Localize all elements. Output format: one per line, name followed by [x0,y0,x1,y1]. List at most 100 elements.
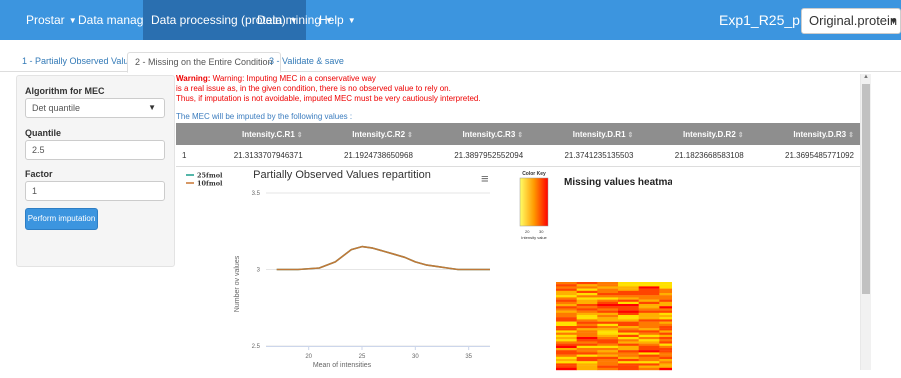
column-header[interactable]: Intensity.D.R3 ⇕ [749,123,860,145]
heatmap-cell [659,319,681,322]
heatmap-cell [576,308,598,311]
heatmap-cell [556,306,577,309]
heatmap-cell [638,323,660,327]
dataset-select[interactable]: Original.protein ▼ [801,8,901,34]
heatmap-cell [659,343,681,346]
heatmap-cell [659,359,681,362]
heatmap-cell [597,341,619,344]
heatmap-cell [638,308,660,311]
table-cell: 21.3695485771092 [749,145,860,167]
heatmap-cell [556,365,577,368]
heatmap-cell [597,290,619,294]
heatmap-cell [638,341,660,344]
warning-prefix: Warning: [176,74,211,83]
heatmap-cell [556,315,577,318]
scroll-up-icon[interactable]: ▲ [863,74,869,80]
heatmap-cell [638,334,660,338]
heatmap-cell [638,359,660,362]
heatmap-cell [576,354,598,357]
nav-item-prostar[interactable]: Prostar ▼ [26,0,77,40]
heatmap-cell [556,328,577,331]
page-scrollbar[interactable]: ▲ [860,74,871,370]
heatmap-cell [638,288,660,291]
heatmap-cell [597,345,619,349]
heatmap-cell [556,295,577,298]
heatmap-cell [659,350,681,353]
tab-validate-save[interactable]: 3 - Validate & save [262,52,351,72]
warning-line-3: Thus, if imputation is not avoidable, im… [176,94,481,103]
heatmap-cell [638,317,660,320]
heatmap-cell [597,319,619,322]
heatmap-cell [556,326,577,329]
perform-imputation-button[interactable]: Perform imputation [25,208,98,230]
heatmap-cell [659,367,681,371]
heatmap-cell [618,310,639,313]
heatmap-cell [597,299,619,302]
heatmap-cell [638,284,660,287]
column-header[interactable]: Intensity.D.R1 ⇕ [529,123,640,145]
heatmap-cell [556,363,577,366]
caret-down-icon: ▼ [347,15,356,25]
heatmap-cell [597,343,619,346]
nav-item-help[interactable]: Help ▼ [319,0,356,40]
legend-label: 10fmol [197,180,223,188]
column-header[interactable]: Intensity.C.R1 ⇕ [198,123,309,145]
heatmap-cell [597,334,619,338]
quantile-label: Quantile [25,128,62,138]
quantile-input[interactable]: 2.5 [25,140,165,160]
heatmap-cell [597,361,619,364]
scroll-thumb[interactable] [862,84,870,294]
heatmap-cell [638,310,660,313]
x-tick-label: 35 [465,354,472,360]
heatmap-cell [659,339,681,342]
heatmap-cell [659,312,681,316]
heatmap-cell [576,326,598,329]
algorithm-select[interactable]: Det quantile ▼ [25,98,165,118]
heatmap-cell [597,339,619,342]
algorithm-select-value: Det quantile [32,103,81,113]
heatmap-cell [638,354,660,357]
heatmap-cell [556,290,577,294]
factor-input[interactable]: 1 [25,181,165,201]
heatmap-cell [597,337,619,340]
column-header [176,123,199,145]
heatmap-cell [576,345,598,349]
heatmap-cell [597,288,619,291]
heatmap-cell [556,334,577,338]
heatmap-cell [638,356,660,360]
table-cell: 21.3897952552094 [418,145,530,167]
heatmap-cell [576,367,598,371]
column-header-label: Intensity.C.R2 [352,129,406,139]
heatmap-cell [576,317,598,320]
heatmap-svg: Color Key 20 30 Intensity value Missing … [519,171,681,371]
heatmap-cell [638,343,660,346]
tab-partially-observed[interactable]: 1 - Partially Observed Values [15,52,145,72]
heatmap-cell [556,323,577,327]
table-cell: 21.1924738650968 [308,145,419,167]
heatmap-cell [576,299,598,302]
dataset-select-value: Original.protein [809,13,898,28]
y-tick-label: 3 [257,268,261,274]
tab-missing-entire-condition[interactable]: 2 - Missing on the Entire Condition [127,52,281,73]
column-header[interactable]: Intensity.C.R3 ⇕ [418,123,530,145]
heatmap-cell [618,290,639,294]
heatmap-cell [576,348,598,351]
heatmap-cell [659,284,681,287]
chart-y-label: Number ov values [234,255,241,312]
heatmap-cell [576,341,598,344]
column-header[interactable]: Intensity.C.R2 ⇕ [308,123,419,145]
heatmap-cell [618,356,639,360]
warning-text: Warning: Imputing MEC in a conservative … [210,74,376,83]
heatmap-cell [597,359,619,362]
heatmap-cell [618,343,639,346]
chart-menu-icon[interactable]: ≡ [481,171,489,186]
column-header[interactable]: Intensity.D.R2 ⇕ [639,123,750,145]
heatmap-cell [556,286,577,289]
series-line-25fmol [276,245,490,271]
heatmap-cell [659,337,681,340]
heatmap-cell [556,319,577,322]
table-cell: 21.3741235135503 [529,145,640,167]
heatmap-cell [659,286,681,289]
heatmap-cell [597,306,619,309]
heatmap-cell [556,352,577,355]
